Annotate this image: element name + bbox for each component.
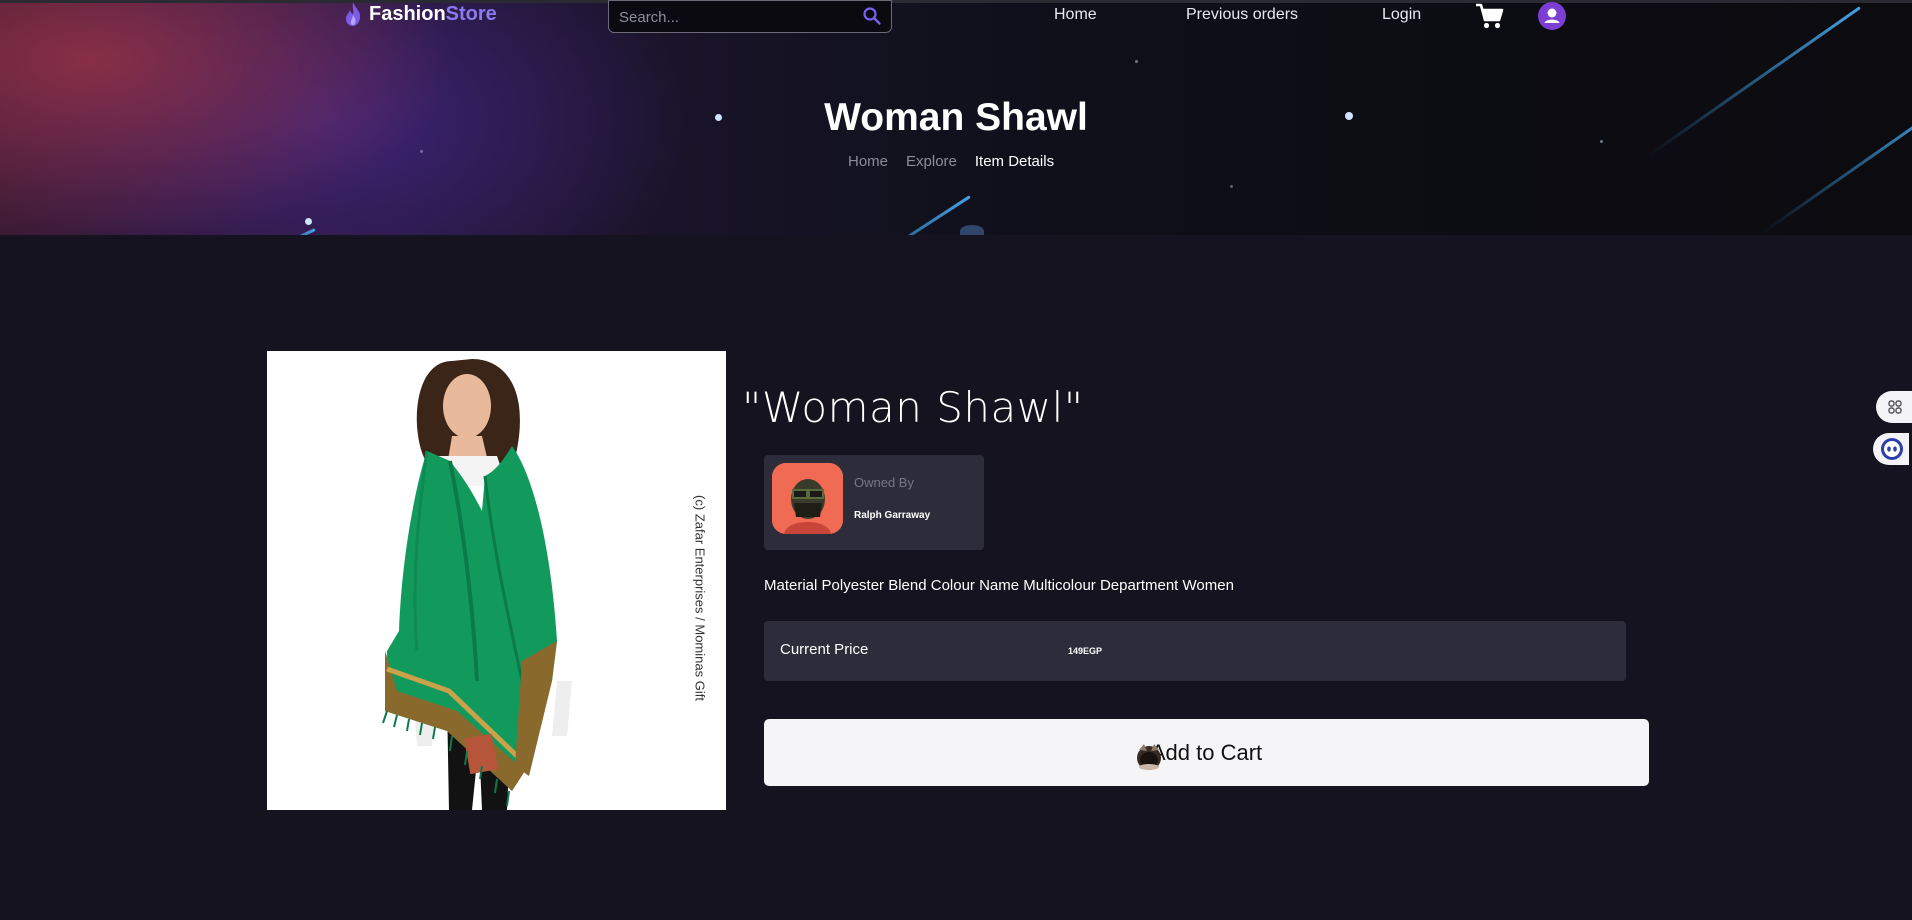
user-silhouette-icon [1544,8,1560,23]
price-box: Current Price 149EGP [764,621,1626,681]
page-title: Woman Shawl [824,96,1088,139]
breadcrumb-explore[interactable]: Explore [906,153,957,170]
star-decoration [305,218,312,225]
navbar-border [0,0,1912,3]
add-to-cart-button[interactable]: Add to Cart [764,719,1649,786]
star-decoration [1230,185,1233,188]
breadcrumb: Home Explore Item Details [848,153,1072,170]
brand-name-part2: Store [445,2,497,25]
nav-link-previous-orders[interactable]: Previous orders [1186,6,1298,24]
nav-link-home[interactable]: Home [1054,6,1097,24]
star-decoration [960,225,984,235]
cart-icon[interactable] [1475,2,1505,30]
breadcrumb-item-details: Item Details [974,153,1055,170]
breadcrumb-home[interactable]: Home [848,153,888,170]
item-title: "Woman Shawl" [742,383,1084,432]
star-decoration [420,150,423,153]
owner-card[interactable]: Owned By Ralph Garraway [764,455,984,550]
owner-name: Ralph Garraway [854,510,931,521]
image-credit-watermark: (c) Zafar Enterprises / Mominas Gift [692,495,708,701]
price-label: Current Price [780,641,869,658]
shooting-star [809,195,971,235]
search-bar [608,0,892,33]
star-decoration [1135,60,1138,63]
search-input[interactable] [617,4,851,30]
assistant-face-icon [1881,438,1903,460]
brand-logo[interactable]: FashionStore [343,1,497,27]
cursor-overlay-icon [1137,744,1161,770]
user-avatar-icon[interactable] [1538,2,1566,30]
widget-grid-icon [1888,400,1902,414]
owner-label: Owned By [854,475,914,490]
widget-icon[interactable] [1876,391,1912,423]
search-icon[interactable] [862,6,882,26]
product-image [267,351,726,810]
owner-avatar [772,463,843,534]
star-decoration [1600,140,1603,143]
flame-icon [346,2,361,26]
nav-link-login[interactable]: Login [1382,6,1421,24]
owner-avatar-illustration [772,463,843,534]
shawl-model-photo [267,351,726,810]
brand-name-part1: Fashion [369,2,446,25]
top-navbar: FashionStore Home Previous orders Login [0,0,1912,33]
assistant-icon[interactable] [1873,433,1909,465]
product-description: Material Polyester Blend Colour Name Mul… [764,577,1234,594]
price-value: 149EGP [1068,646,1103,656]
shooting-star [269,228,316,235]
